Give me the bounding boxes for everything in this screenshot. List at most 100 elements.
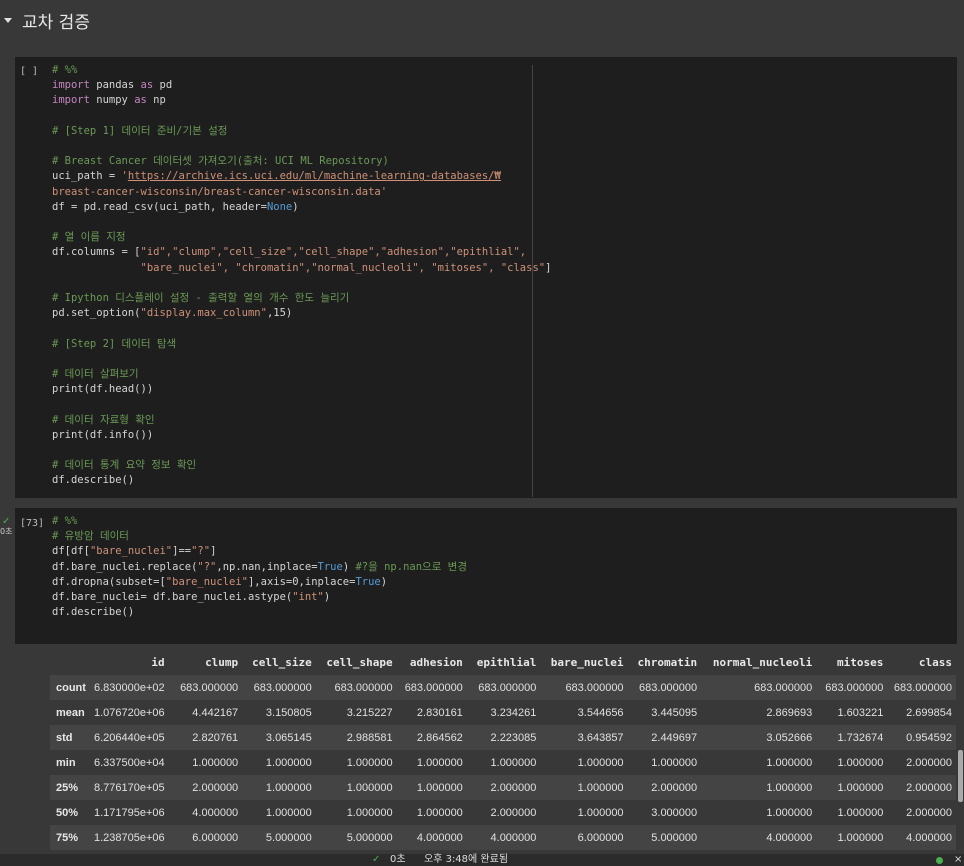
table-row: 25% 8.776170e+05 2.000000 1.000000 1.000000 1… bbox=[50, 775, 956, 800]
column-header-class: class bbox=[918, 656, 952, 669]
table-cell: 0.954592 bbox=[906, 731, 952, 744]
code-line: ​ bbox=[52, 139, 551, 154]
section-title: 교차 검증 bbox=[22, 12, 90, 33]
column-header-adhesion: adhesion bbox=[409, 656, 463, 669]
table-cell: 1.603221 bbox=[837, 706, 884, 719]
table-cell: 2.000000 bbox=[906, 806, 952, 819]
code-line: # 데이터 통계 요약 정보 확인 bbox=[52, 458, 551, 473]
table-cell: 5.000000 bbox=[265, 831, 312, 844]
code-token: None bbox=[266, 200, 293, 213]
table-cell: 1.000000 bbox=[346, 781, 393, 794]
table-cell: 683.000000 bbox=[893, 681, 952, 694]
code-token: df.bare_nuclei= df.bare_nuclei.astype( bbox=[52, 591, 293, 604]
table-cell: 5.000000 bbox=[346, 831, 393, 844]
code-line: # 유방암 데이터 bbox=[52, 529, 467, 544]
table-cell: 2.988581 bbox=[346, 731, 393, 744]
code-line: print(df.info()) bbox=[52, 428, 551, 443]
row-label: mean bbox=[56, 706, 85, 719]
table-cell: 683.000000 bbox=[478, 681, 537, 694]
code-token: "?" bbox=[197, 560, 217, 573]
caret-down-icon[interactable] bbox=[4, 17, 12, 23]
table-cell: 1.000000 bbox=[766, 781, 813, 794]
row-label: count bbox=[56, 681, 86, 694]
scrollbar[interactable] bbox=[958, 750, 963, 802]
table-cell: 2.869693 bbox=[766, 706, 813, 719]
table-cell: 1.238705e+06 bbox=[93, 831, 165, 844]
table-cell: 1.000000 bbox=[837, 781, 884, 794]
table-row: std 6.206440e+05 2.820761 3.065145 2.988581 2… bbox=[50, 725, 956, 750]
code-line: ​ bbox=[52, 321, 551, 336]
execution-time: 0초 bbox=[0, 527, 13, 536]
code-editor-1[interactable]: # %% import pandas as pd import numpy as n… bbox=[52, 63, 551, 489]
table-cell: 4.000000 bbox=[490, 831, 537, 844]
code-token: ]== bbox=[172, 545, 192, 558]
code-token: pd bbox=[153, 79, 173, 92]
table-cell: 1.000000 bbox=[490, 756, 537, 769]
code-token: # 열 이름 지정 bbox=[52, 231, 126, 244]
code-token: "int" bbox=[292, 591, 324, 604]
code-token: print(df.head()) bbox=[52, 383, 154, 396]
table-row: min 6.337500e+04 1.000000 1.000000 1.000000 1… bbox=[50, 750, 956, 775]
check-icon: ✓ bbox=[372, 854, 381, 865]
column-header-mitoses: mitoses bbox=[836, 656, 884, 669]
table-cell: 1.000000 bbox=[837, 756, 884, 769]
table-cell: 2.000000 bbox=[651, 781, 698, 794]
table-cell: 3.643857 bbox=[577, 731, 624, 744]
code-token: import bbox=[52, 94, 90, 107]
table-cell: 1.000000 bbox=[265, 756, 312, 769]
code-cell-2[interactable]: [73] # %% # 유방암 데이터 df[df["bare_nuclei"]==… bbox=[15, 508, 957, 644]
code-token: import bbox=[52, 79, 90, 92]
table-cell: 683.000000 bbox=[565, 681, 624, 694]
table-cell: 2.830161 bbox=[416, 706, 463, 719]
table-cell: 3.150805 bbox=[265, 706, 312, 719]
code-token: ) bbox=[323, 591, 331, 604]
table-cell: 3.215227 bbox=[346, 706, 393, 719]
section-header[interactable]: 교차 검증 bbox=[0, 0, 964, 40]
status-time: 0초 bbox=[390, 854, 406, 865]
code-line: df[df["bare_nuclei"]=="?"] bbox=[52, 544, 467, 559]
table-cell: 6.337500e+04 bbox=[93, 756, 165, 769]
code-token: ) bbox=[292, 200, 299, 213]
code-token: df.describe() bbox=[52, 474, 135, 487]
code-line: # 열 이름 지정 bbox=[52, 230, 551, 245]
code-token: pd.set_option( bbox=[52, 307, 141, 320]
code-cell-1[interactable]: [ ] # %% import pandas as pd import numpy … bbox=[15, 57, 957, 498]
code-token: ],axis=0,inplace= bbox=[247, 575, 356, 588]
table-cell: 2.000000 bbox=[490, 781, 537, 794]
table-cell: 1.000000 bbox=[766, 806, 813, 819]
code-token: True bbox=[317, 560, 343, 573]
table-cell: 3.544656 bbox=[577, 706, 624, 719]
table-cell: 6.206440e+05 bbox=[93, 731, 165, 744]
table-cell: 683.000000 bbox=[253, 681, 312, 694]
table-cell: 683.000000 bbox=[639, 681, 698, 694]
code-token: # Breast Cancer 데이터셋 가져오기(출처: UCI ML Rep… bbox=[52, 155, 389, 168]
code-line: uci_path = 'https://archive.ics.uci.edu/… bbox=[52, 169, 551, 184]
table-cell: 2.000000 bbox=[192, 781, 239, 794]
code-token: "bare_nuclei", "chromatin","normal_nucle… bbox=[140, 261, 546, 274]
code-line: pd.set_option("display.max_column",15) bbox=[52, 306, 551, 321]
code-editor-2[interactable]: # %% # 유방암 데이터 df[df["bare_nuclei"]=="?"] d… bbox=[52, 514, 467, 620]
table-cell: 1.000000 bbox=[651, 756, 698, 769]
row-label: 75% bbox=[56, 831, 79, 844]
cell-prompt[interactable]: [73] bbox=[20, 518, 44, 529]
code-token: df.columns = [ bbox=[52, 246, 141, 259]
code-token: df = pd.read_csv(uci_path, header= bbox=[52, 200, 267, 213]
code-line: ​ bbox=[52, 397, 551, 412]
table-cell: 3.000000 bbox=[651, 806, 698, 819]
table-cell: 1.000000 bbox=[577, 781, 624, 794]
close-icon[interactable]: × bbox=[954, 854, 962, 866]
code-token: ,np.nan,inplace= bbox=[216, 560, 318, 573]
code-token: breast-cancer-wisconsin/breast-cancer-wi… bbox=[52, 185, 388, 198]
table-cell: 683.000000 bbox=[180, 681, 239, 694]
index-header bbox=[50, 650, 90, 675]
code-line: # Breast Cancer 데이터셋 가져오기(출처: UCI ML Rep… bbox=[52, 154, 551, 169]
table-cell: 6.000000 bbox=[577, 831, 624, 844]
table-cell: 4.442167 bbox=[192, 706, 239, 719]
table-cell: 2.000000 bbox=[490, 806, 537, 819]
table-cell: 3.052666 bbox=[766, 731, 813, 744]
cell-prompt[interactable]: [ ] bbox=[20, 66, 38, 77]
code-token: # 데이터 자료형 확인 bbox=[52, 413, 155, 426]
column-header-epithlial: epithlial bbox=[476, 656, 537, 669]
code-token: ) bbox=[342, 560, 356, 573]
table-cell: 1.000000 bbox=[577, 806, 624, 819]
